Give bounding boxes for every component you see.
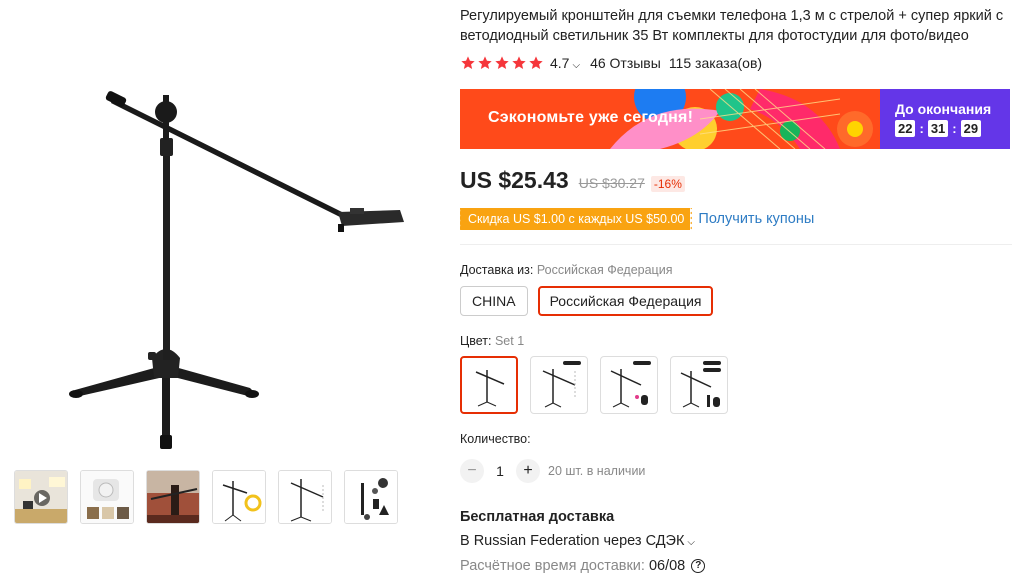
promo-banner[interactable]: Сэкономьте уже сегодня! До окончания 22 … bbox=[460, 89, 1010, 149]
countdown-hours: 22 bbox=[895, 120, 916, 137]
thumbnail-3[interactable] bbox=[146, 470, 200, 524]
rating-row: 4.7 ⌵ 46 Отзывы 115 заказа(ов) bbox=[460, 55, 762, 71]
promo-banner-text: Сэкономьте уже сегодня! bbox=[488, 109, 694, 126]
star-icon bbox=[461, 56, 475, 69]
old-price: US $30.27 bbox=[578, 175, 645, 191]
color-option-set-2[interactable] bbox=[530, 356, 588, 414]
ship-from-options: CHINA Российская Федерация bbox=[460, 286, 714, 316]
ship-from-option-china[interactable]: CHINA bbox=[460, 286, 528, 316]
star-icon bbox=[495, 56, 509, 69]
countdown-label: До окончания bbox=[895, 101, 992, 117]
color-value: Set 1 bbox=[494, 334, 525, 348]
chevron-down-icon: ⌵ bbox=[687, 537, 696, 548]
product-title: Регулируемый кронштейн для съемки телефо… bbox=[460, 6, 1015, 46]
star-icon bbox=[512, 56, 526, 69]
orders-count: 115 заказа(ов) bbox=[668, 55, 763, 71]
free-shipping-heading: Бесплатная доставка bbox=[460, 509, 615, 525]
color-option-set-3[interactable] bbox=[600, 356, 658, 414]
thumbnail-video[interactable] bbox=[14, 470, 68, 524]
quantity-minus-button[interactable]: − bbox=[460, 459, 484, 483]
rating-stars bbox=[460, 55, 544, 71]
star-icon bbox=[529, 56, 543, 69]
thumbnail-4[interactable] bbox=[212, 470, 266, 524]
ship-from-label: Доставка из: Российская Федерация bbox=[460, 263, 673, 277]
help-icon[interactable]: ? bbox=[691, 559, 706, 573]
reviews-link[interactable]: 46 Отзывы bbox=[590, 55, 661, 71]
coupon-badge: Скидка US $1.00 с каждых US $50.00 bbox=[457, 208, 695, 230]
estimated-delivery-label: Расчётное время доставки: bbox=[460, 558, 645, 574]
estimated-delivery-date: 06/08 bbox=[648, 558, 686, 574]
thumbnail-5[interactable] bbox=[278, 470, 332, 524]
ship-from-value: Российская Федерация bbox=[536, 263, 673, 277]
divider bbox=[460, 244, 1012, 245]
product-gallery bbox=[0, 0, 440, 580]
quantity-stepper: − 1 + 20 шт. в наличии bbox=[460, 459, 645, 483]
current-price: US $25.43 bbox=[460, 167, 569, 193]
quantity-plus-button[interactable]: + bbox=[516, 459, 540, 483]
quantity-label: Количество: bbox=[460, 432, 531, 446]
color-option-set-1[interactable] bbox=[460, 356, 518, 414]
promo-banner-art: Сэкономьте уже сегодня! bbox=[460, 89, 880, 149]
stock-count: 20 шт. в наличии bbox=[548, 464, 646, 478]
countdown-seconds: 29 bbox=[960, 120, 982, 137]
shipping-method-text: В Russian Federation через СДЭК bbox=[460, 533, 685, 549]
get-coupons-link[interactable]: Получить купоны bbox=[698, 211, 814, 227]
ship-from-option-russia[interactable]: Российская Федерация bbox=[537, 286, 714, 316]
main-product-image[interactable] bbox=[20, 40, 420, 460]
product-title-line-2: ветодиодный светильник 35 Вт комплекты д… bbox=[460, 28, 969, 44]
chevron-down-icon: ⌵ bbox=[572, 60, 581, 71]
thumbnail-strip bbox=[14, 470, 398, 524]
countdown-timer: 22 : 31 : 29 bbox=[895, 120, 982, 137]
rating-value[interactable]: 4.7 ⌵ bbox=[550, 55, 580, 71]
price-row: US $25.43 US $30.27 -16% bbox=[460, 167, 685, 194]
shipping-method-dropdown[interactable]: В Russian Federation через СДЭК ⌵ bbox=[460, 533, 695, 549]
estimated-delivery: Расчётное время доставки: 06/08 ? bbox=[460, 558, 706, 574]
coupon-row: Скидка US $1.00 с каждых US $50.00 Получ… bbox=[457, 208, 814, 230]
countdown-minutes: 31 bbox=[927, 120, 949, 137]
color-label: Цвет: Set 1 bbox=[460, 334, 525, 348]
star-icon bbox=[478, 56, 492, 69]
thumbnail-6[interactable] bbox=[344, 470, 398, 524]
product-title-line-1: Регулируемый кронштейн для съемки телефо… bbox=[460, 8, 1004, 24]
quantity-value[interactable]: 1 bbox=[484, 463, 516, 479]
thumbnail-2[interactable] bbox=[80, 470, 134, 524]
color-options bbox=[460, 356, 728, 414]
color-option-set-4[interactable] bbox=[670, 356, 728, 414]
countdown-panel: До окончания 22 : 31 : 29 bbox=[880, 89, 1010, 149]
discount-badge: -16% bbox=[650, 176, 685, 192]
